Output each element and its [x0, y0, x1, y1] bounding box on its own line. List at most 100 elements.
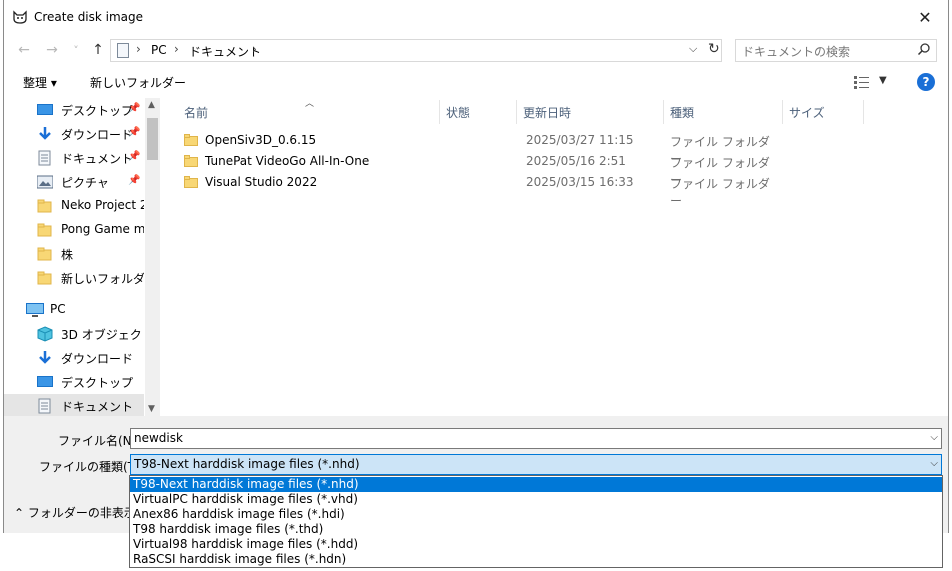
breadcrumb-pc[interactable]: PC [151, 43, 167, 57]
pin-icon: 📌 [128, 103, 141, 114]
filetype-option[interactable]: T98-Next harddisk image files (*.nhd) [130, 477, 942, 492]
filename-dropdown-icon[interactable]: ⌵ [930, 432, 938, 443]
sidebar-item[interactable]: ドキュメント 📌 [4, 146, 144, 170]
folder-icon [37, 246, 53, 262]
filetype-select[interactable]: T98-Next harddisk image files (*.nhd) ⌵ [130, 454, 942, 475]
file-row[interactable]: OpenSiv3D_0.6.15 2025/03/27 11:15 ファイル フォル… [180, 130, 770, 166]
search-icon[interactable] [917, 42, 931, 56]
folder-icon [184, 155, 198, 167]
navigation-scrollbar[interactable]: ▲ ▼ [145, 98, 160, 416]
search-placeholder: ドキュメントの検索 [742, 45, 851, 59]
folder-icon [37, 198, 53, 214]
back-button[interactable]: ← [14, 40, 34, 60]
column-divider[interactable] [782, 100, 783, 124]
folder-icon [37, 270, 53, 286]
column-header-modified[interactable]: 更新日時 [523, 104, 571, 121]
filetype-label: ファイルの種類(T): [39, 460, 144, 474]
filename-value[interactable]: newdisk [134, 431, 183, 445]
sidebar-item-label: ダウンロード [61, 352, 134, 366]
sidebar-item[interactable]: デスクトップ 📌 [4, 98, 144, 122]
search-input[interactable]: ドキュメントの検索 [735, 39, 937, 62]
address-bar[interactable]: › PC › ドキュメント › ⌵ ↻ [110, 39, 722, 62]
hide-folders-button[interactable]: ⌃ フォルダーの非表示 [14, 504, 136, 521]
app-cat-icon [13, 10, 27, 24]
recent-locations-button[interactable]: ˅ [66, 40, 86, 60]
organize-button[interactable]: 整理 ▾ [23, 74, 57, 91]
document-icon [37, 150, 53, 166]
column-divider[interactable] [863, 100, 864, 124]
breadcrumb-documents[interactable]: ドキュメント [189, 43, 261, 60]
filetype-option[interactable]: VirtualPC harddisk image files (*.vhd) [130, 492, 942, 507]
breadcrumb-separator[interactable]: › [174, 42, 179, 56]
sidebar-item[interactable]: 3D オブジェクト [4, 322, 144, 346]
sidebar-item[interactable]: Neko Project 21W [4, 194, 144, 218]
sidebar-item-label: ドキュメント [61, 400, 134, 414]
sidebar-item[interactable]: PC [4, 298, 144, 322]
file-row[interactable]: Visual Studio 2022 2025/03/15 16:33 ファイル フ… [180, 172, 770, 208]
sidebar-item[interactable]: Pong Game mod [4, 218, 144, 242]
file-row[interactable]: TunePat VideoGo All-In-One 2025/05/16 2:5… [180, 151, 770, 187]
sidebar-item[interactable]: ドキュメント [4, 394, 144, 416]
sidebar-item-label: デスクトップ [61, 376, 134, 390]
sidebar-item-label: PC [50, 302, 66, 316]
scroll-thumb[interactable] [147, 118, 158, 160]
file-name[interactable]: OpenSiv3D_0.6.15 [205, 133, 316, 147]
filetype-value[interactable]: T98-Next harddisk image files (*.nhd) [134, 457, 360, 471]
breadcrumb-separator[interactable]: › [252, 42, 257, 56]
desktop-icon [37, 374, 53, 390]
create-disk-image-dialog: Create disk image ✕ ← → ˅ ↑ › PC › ドキュメン… [3, 0, 949, 533]
help-icon[interactable]: ? [917, 73, 935, 91]
file-name[interactable]: TunePat VideoGo All-In-One [205, 154, 369, 168]
forward-button[interactable]: → [42, 40, 62, 60]
column-divider[interactable] [663, 100, 664, 124]
column-header-name[interactable]: 名前 [184, 104, 208, 121]
breadcrumb-separator[interactable]: › [136, 42, 141, 56]
pictures-icon [36, 174, 54, 190]
document-icon [37, 398, 53, 414]
3d-objects-icon [37, 326, 53, 342]
pin-icon: 📌 [128, 127, 141, 138]
window-title: Create disk image [34, 10, 144, 24]
scroll-down-icon[interactable]: ▼ [148, 404, 155, 414]
file-list: 名前 ︿ 状態 更新日時 種類 サイズ OpenSiv3D_0.6.15 2025… [160, 98, 950, 416]
sidebar-item-label: 新しいフォルダー (9 [61, 272, 144, 286]
sort-ascending-icon: ︿ [305, 99, 315, 109]
column-divider[interactable] [516, 100, 517, 124]
folder-icon [184, 176, 198, 188]
file-name[interactable]: Visual Studio 2022 [205, 175, 317, 189]
new-folder-button[interactable]: 新しいフォルダー [90, 74, 186, 91]
sidebar-item[interactable]: ダウンロード 📌 [4, 122, 144, 146]
sidebar-item[interactable]: デスクトップ [4, 370, 144, 394]
scroll-up-icon[interactable]: ▲ [148, 100, 155, 110]
filetype-option[interactable]: Virtual98 harddisk image files (*.hdd) [130, 537, 942, 552]
view-options-icon[interactable] [854, 75, 870, 89]
sidebar-item-label: Pong Game mod [61, 222, 144, 236]
filetype-dropdown-list: T98-Next harddisk image files (*.nhd) Vir… [129, 475, 943, 568]
sidebar-item-label: 株 [61, 248, 74, 262]
refresh-icon[interactable]: ↻ [708, 41, 720, 57]
navigation-pane: デスクトップ 📌 ダウンロード 📌 ドキュメント 📌 ピクチャ 📌 Neko Project 2… [4, 98, 160, 416]
file-modified: 2025/05/16 2:51 [526, 154, 626, 168]
filetype-dropdown-icon[interactable]: ⌵ [930, 458, 938, 469]
close-button[interactable]: ✕ [902, 0, 948, 34]
address-dropdown-icon[interactable]: ⌵ [689, 42, 697, 56]
filetype-option[interactable]: T98 harddisk image files (*.thd) [130, 522, 942, 537]
sidebar-item[interactable]: ダウンロード [4, 346, 144, 370]
download-icon [37, 126, 53, 142]
up-button[interactable]: ↑ [88, 40, 108, 60]
column-header-status[interactable]: 状態 [446, 104, 470, 121]
sidebar-item[interactable]: ピクチャ 📌 [4, 170, 144, 194]
sidebar-item[interactable]: 新しいフォルダー (9 [4, 266, 144, 290]
column-header-size[interactable]: サイズ [789, 104, 825, 121]
column-divider[interactable] [439, 100, 440, 124]
column-header-type[interactable]: 種類 [670, 104, 694, 121]
filename-field[interactable]: newdisk ⌵ [130, 428, 942, 449]
sidebar-item[interactable]: 株 [4, 242, 144, 266]
filetype-option[interactable]: RaSCSI harddisk image files (*.hdn) [130, 552, 942, 567]
download-icon [37, 350, 53, 366]
filetype-option[interactable]: Anex86 harddisk image files (*.hdi) [130, 507, 942, 522]
view-dropdown-icon[interactable]: ▼ [879, 75, 887, 86]
pin-icon: 📌 [128, 175, 141, 186]
file-type: ファイル フォルダー [670, 177, 770, 208]
document-location-icon [117, 43, 129, 58]
